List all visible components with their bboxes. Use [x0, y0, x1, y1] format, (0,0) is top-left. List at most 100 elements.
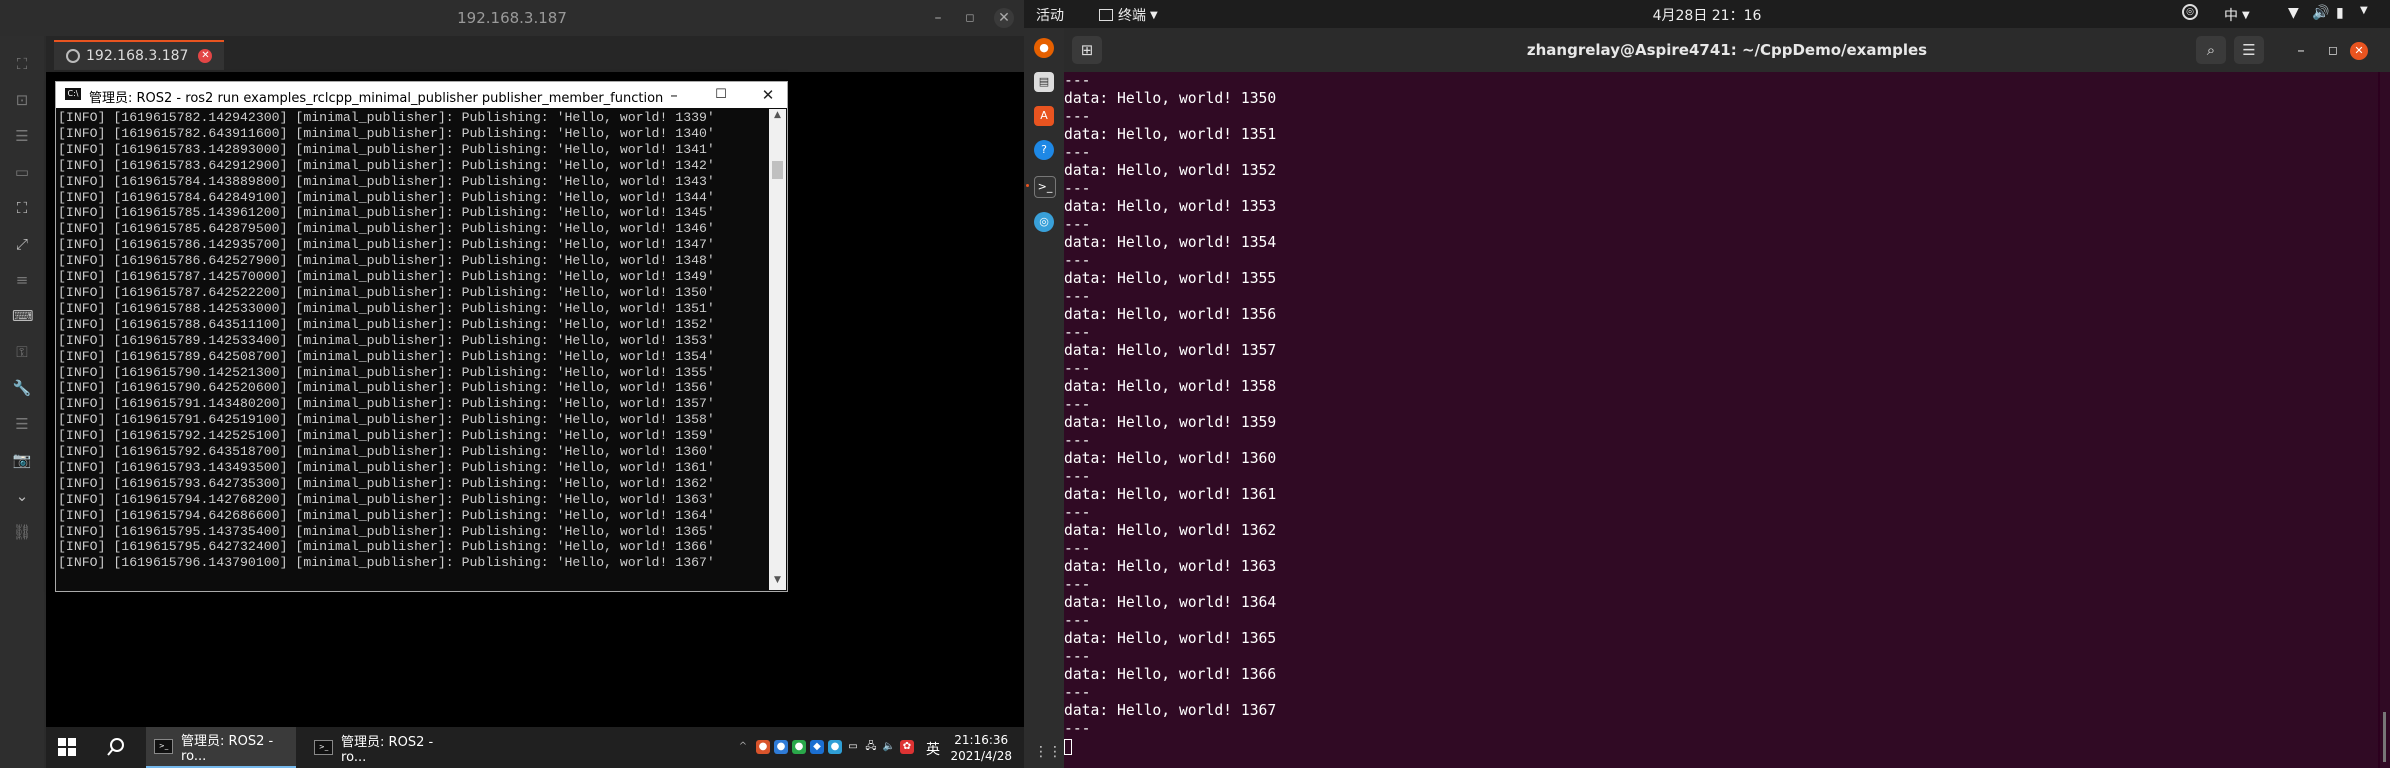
scroll-down-icon[interactable]: ▼	[771, 575, 784, 589]
terminal-scroll-thumb[interactable]	[2383, 712, 2386, 762]
cmd-output[interactable]: [INFO] [1619615782.142942300] [minimal_p…	[58, 110, 768, 588]
log-line: [INFO] [1619615787.142570000] [minimal_p…	[58, 269, 715, 285]
menu-icon[interactable]: ≡	[12, 270, 32, 290]
security-icon[interactable]: ◆	[810, 740, 824, 754]
separator-line: ---	[1064, 72, 1091, 89]
list2-icon[interactable]: ☰	[12, 414, 32, 434]
log-line: [INFO] [1619615782.643911600] [minimal_p…	[58, 125, 715, 141]
log-line: [INFO] [1619615782.142942300] [minimal_p…	[58, 110, 715, 125]
data-line: data: Hello, world! 1353	[1064, 198, 1277, 215]
rdp-minimize-button[interactable]: –	[928, 8, 948, 28]
keyboard-icon[interactable]: ⌨	[12, 306, 34, 326]
volume-icon[interactable]: 🔈	[882, 740, 896, 754]
data-line: data: Hello, world! 1360	[1064, 450, 1277, 467]
cmd-scrollbar[interactable]: ▲ ▼	[769, 109, 786, 590]
keys-icon[interactable]: ⚿	[12, 342, 32, 362]
tray-app-icon[interactable]: ●	[774, 740, 788, 754]
terminal-scrollbar[interactable]	[2380, 72, 2390, 768]
resize-icon[interactable]: ⤢	[12, 234, 32, 254]
tab-label: 192.168.3.187	[86, 48, 189, 64]
separator-line: ---	[1064, 432, 1091, 449]
tray-app-icon[interactable]: ✿	[900, 740, 914, 754]
fit-screen-icon[interactable]: ⊡	[12, 90, 32, 110]
firefox-icon[interactable]: ●	[1034, 38, 1054, 58]
data-line: data: Hello, world! 1358	[1064, 378, 1277, 395]
scale-icon[interactable]: ⛶	[12, 198, 32, 218]
chevron-down-icon[interactable]: ⌄	[12, 486, 32, 506]
windows-taskbar: >_ 管理员: ROS2 - ro... >_ 管理员: ROS2 - ro..…	[46, 727, 1024, 768]
terminal-header-bar[interactable]: ⊞ zhangrelay@Aspire4741: ~/CppDemo/examp…	[1064, 28, 2390, 72]
terminal-title: zhangrelay@Aspire4741: ~/CppDemo/example…	[1526, 41, 1928, 59]
battery-icon[interactable]: ▮	[2336, 5, 2344, 21]
rdp-title-bar[interactable]: 192.168.3.187 – ◻ ✕	[0, 0, 1024, 36]
ime-indicator[interactable]: 英	[926, 739, 940, 759]
rdp-sidebar: ⛶ ⊡ ☰ ▭ ⛶ ⤢ ≡ ⌨ ⚿ 🔧 ☰ 📷 ⌄ ⛓	[0, 36, 44, 768]
maximize-button[interactable]: ◻	[2318, 36, 2348, 64]
disconnect-icon[interactable]: ⛓	[12, 522, 32, 542]
network-icon[interactable]: 🖧	[864, 740, 878, 754]
separator-line: ---	[1064, 684, 1091, 701]
log-line: [INFO] [1619615789.142533400] [minimal_p…	[58, 332, 715, 348]
wechat-icon[interactable]: ●	[792, 740, 806, 754]
data-line: data: Hello, world! 1364	[1064, 594, 1277, 611]
windows-start-icon[interactable]	[58, 738, 76, 756]
system-menu-icon[interactable]: ▼	[2360, 5, 2368, 16]
separator-line: ---	[1064, 648, 1091, 665]
wifi-icon[interactable]: ▼	[2288, 5, 2299, 21]
list-icon[interactable]: ☰	[12, 126, 32, 146]
rdp-maximize-button[interactable]: ◻	[960, 8, 980, 28]
cmd-title-bar[interactable]: C:\ 管理员: ROS2 - ros2 run examples_rclcpp…	[56, 82, 787, 108]
help-icon[interactable]: ?	[1034, 140, 1054, 160]
tools-icon[interactable]: 🔧	[12, 378, 32, 398]
terminal-output[interactable]: --- data: Hello, world! 1350 --- data: Hell…	[1064, 72, 2378, 768]
tab-close-icon[interactable]: ✕	[198, 49, 213, 63]
show-apps-icon[interactable]: ⋮⋮	[1034, 742, 1062, 762]
data-line: data: Hello, world! 1354	[1064, 234, 1277, 251]
data-line: data: Hello, world! 1351	[1064, 126, 1277, 143]
cmd-icon: >_	[154, 739, 174, 754]
accessibility-icon[interactable]: ◎	[2182, 4, 2198, 20]
log-line: [INFO] [1619615792.142525100] [minimal_p…	[58, 428, 715, 444]
scroll-up-icon[interactable]: ▲	[771, 110, 784, 124]
separator-line: ---	[1064, 360, 1091, 377]
separator-line: ---	[1064, 180, 1091, 197]
tray-expand-icon[interactable]: ^	[736, 740, 750, 754]
log-line: [INFO] [1619615795.143735400] [minimal_p…	[58, 523, 715, 539]
cmd-close-button[interactable]: ✕	[753, 84, 783, 106]
tray-app-icon[interactable]: ●	[756, 740, 770, 754]
separator-line: ---	[1064, 504, 1091, 521]
tray-app-icon[interactable]: ●	[828, 740, 842, 754]
cmd-maximize-button[interactable]: ☐	[706, 84, 736, 106]
taskbar-app-1[interactable]: >_ 管理员: ROS2 - ro...	[146, 727, 296, 768]
files-icon[interactable]: ▤	[1034, 72, 1054, 92]
volume-icon[interactable]: 🔊	[2312, 5, 2329, 21]
cmd-window[interactable]: C:\ 管理员: ROS2 - ros2 run examples_rclcpp…	[55, 81, 788, 592]
hamburger-menu-icon[interactable]: ☰	[2234, 36, 2264, 64]
input-method-menu[interactable]: 中 ▼	[2224, 5, 2250, 25]
taskbar-clock[interactable]: 21:16:36 2021/4/28	[950, 732, 1012, 764]
rdp-close-button[interactable]: ✕	[994, 8, 1014, 28]
search-icon[interactable]: ⌕	[2196, 36, 2226, 64]
data-line: data: Hello, world! 1361	[1064, 486, 1277, 503]
storage-icon[interactable]: ▭	[846, 740, 860, 754]
cmd-scroll-thumb[interactable]	[772, 161, 783, 179]
separator-line: ---	[1064, 396, 1091, 413]
taskbar-app-2[interactable]: >_ 管理员: ROS2 - ro...	[306, 727, 456, 768]
separator-line: ---	[1064, 468, 1091, 485]
app-icon[interactable]: ◎	[1034, 212, 1054, 232]
close-button[interactable]: ✕	[2350, 42, 2368, 60]
rdp-tab[interactable]: 192.168.3.187 ✕	[54, 40, 225, 70]
cmd-minimize-button[interactable]: –	[659, 84, 689, 106]
software-icon[interactable]: A	[1034, 106, 1054, 126]
camera-icon[interactable]: 📷	[12, 450, 32, 470]
separator-line: ---	[1064, 108, 1091, 125]
separator-line: ---	[1064, 612, 1091, 629]
window-icon[interactable]: ▭	[12, 162, 32, 182]
log-line: [INFO] [1619615789.642508700] [minimal_p…	[58, 348, 715, 364]
terminal-icon[interactable]: >_	[1034, 176, 1056, 198]
separator-line: ---	[1064, 720, 1091, 737]
log-line: [INFO] [1619615787.642522200] [minimal_p…	[58, 284, 715, 300]
search-icon[interactable]	[106, 737, 126, 757]
minimize-button[interactable]: –	[2286, 36, 2316, 64]
fullscreen-icon[interactable]: ⛶	[12, 54, 32, 74]
